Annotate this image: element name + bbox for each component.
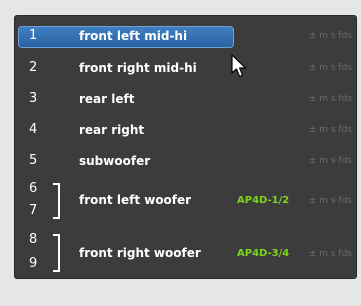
channel-name[interactable]: subwoofer (79, 154, 150, 168)
channel-number: 9 (29, 256, 38, 271)
channel-number: 3 (29, 91, 38, 106)
channel-number: 8 (29, 232, 38, 247)
channel-number: 7 (29, 203, 38, 218)
channel-units: ± m s fds (308, 63, 352, 73)
channel-units: ± m s fds (308, 249, 352, 259)
channel-name[interactable]: rear right (79, 123, 144, 137)
channel-units: ± m s fds (308, 196, 352, 206)
channel-number: 5 (29, 153, 38, 168)
channel-units: ± m s fds (308, 31, 352, 41)
channel-number: 1 (29, 28, 38, 43)
channel-list-panel: 1 front left mid-hi ± m s fds 2 front ri… (14, 15, 357, 279)
channel-row-2[interactable]: 2 front right mid-hi ± m s fds (15, 54, 356, 84)
channel-name[interactable]: rear left (79, 92, 134, 106)
channel-row-4[interactable]: 4 rear right ± m s fds (15, 116, 356, 146)
channel-row-5[interactable]: 5 subwoofer ± m s fds (15, 147, 356, 177)
channel-name[interactable]: front left mid-hi (79, 29, 187, 43)
mouse-pointer-icon (231, 54, 247, 78)
channel-number: 4 (29, 122, 38, 137)
channel-number: 2 (29, 60, 38, 75)
channel-units: ± m s fds (308, 156, 352, 166)
channel-row-3[interactable]: 3 rear left ± m s fds (15, 85, 356, 115)
channel-row-1[interactable]: 1 front left mid-hi ± m s fds (15, 22, 356, 52)
channel-name[interactable]: front right mid-hi (79, 61, 197, 75)
channel-name[interactable]: front right woofer (79, 246, 201, 260)
channel-units: ± m s fds (308, 94, 352, 104)
channel-pair-8-9[interactable]: 8 9 front right woofer AP4D-3/4 ± m s fd… (15, 230, 356, 276)
pair-bracket (53, 234, 60, 272)
amplifier-tag: AP4D-1/2 (237, 195, 290, 206)
channel-name[interactable]: front left woofer (79, 193, 191, 207)
channel-pair-6-7[interactable]: 6 7 front left woofer AP4D-1/2 ± m s fds (15, 179, 356, 223)
amplifier-tag: AP4D-3/4 (237, 248, 290, 259)
channel-number: 6 (29, 181, 38, 196)
pair-bracket (53, 183, 60, 219)
channel-units: ± m s fds (308, 125, 352, 135)
